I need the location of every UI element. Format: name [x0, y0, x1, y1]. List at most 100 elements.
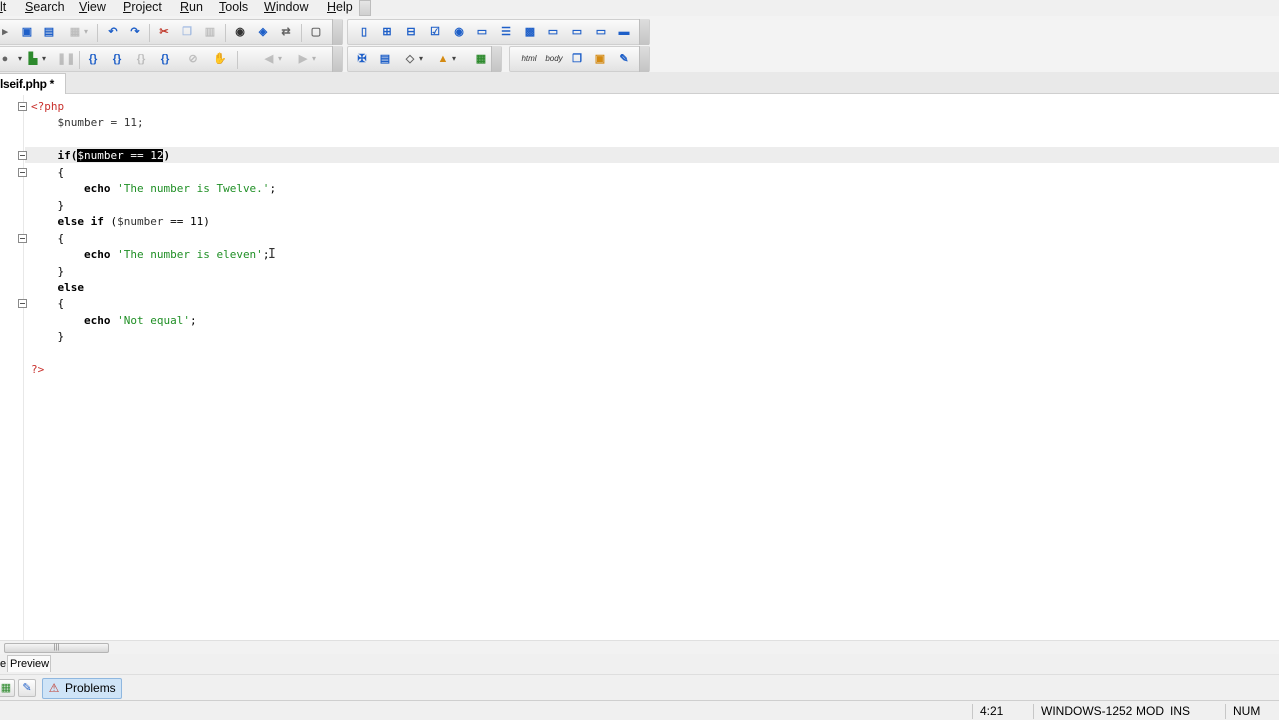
code-token: else [31, 280, 84, 294]
toolbar-form-elements: ▯ ⊞ ⊟ ☑ ◉ ▭ ☰ ▩ ▭ ▭ ▭ ▬ [347, 19, 650, 45]
notes-panel-icon[interactable]: ✎ [18, 679, 36, 697]
code-line: <?php [31, 99, 64, 115]
debug-step-out-icon[interactable]: {} [133, 51, 149, 67]
code-token: { [31, 165, 65, 179]
save-icon[interactable]: ▣ [19, 24, 35, 40]
toolbar-html-tags: html body ❐ ▣ ✎ [509, 46, 650, 72]
code-editor[interactable]: <?php $number = 11; if($number == 12) { … [0, 95, 1279, 640]
debug-step-over-icon[interactable]: {} [109, 51, 125, 67]
hidden-field-icon[interactable]: ▭ [593, 24, 609, 40]
list-icon[interactable]: ☰ [498, 24, 514, 40]
status-encoding: WINDOWS-1252 [1041, 704, 1133, 718]
menu-edit[interactable]: lt [0, 0, 6, 16]
status-cursor-position: 4:21 [980, 704, 1004, 718]
pause-icon[interactable]: ❚❚ [57, 51, 75, 67]
grid-icon[interactable]: ⊟ [403, 24, 419, 40]
image-icon[interactable]: ▩ [522, 24, 538, 40]
button-icon[interactable]: ▭ [545, 24, 561, 40]
preview-edge-label: e [0, 658, 7, 670]
submit-icon[interactable]: ▬ [616, 24, 632, 40]
copy-page-icon[interactable]: ❐ [569, 51, 585, 67]
menu-run[interactable]: Run [180, 0, 203, 16]
cut-icon[interactable]: ✂ [156, 24, 172, 40]
code-token: 'The number is Twelve.' [117, 182, 270, 196]
forward-icon[interactable]: ▶ [295, 51, 316, 67]
toolbar-grip[interactable] [491, 46, 501, 72]
code-line: echo 'The number is eleven'; [31, 247, 269, 263]
debug-step-into-icon[interactable]: {} [85, 51, 101, 67]
validate-icon[interactable]: ▤ [377, 51, 393, 67]
back-icon[interactable]: ◀ [261, 51, 282, 67]
fold-toggle-icon[interactable] [18, 299, 27, 309]
find-in-files-icon[interactable]: ◈ [255, 24, 271, 40]
undo-icon[interactable]: ↶ [105, 24, 121, 40]
radio-icon[interactable]: ◉ [451, 24, 467, 40]
code-token: == 11) [163, 215, 210, 229]
paint-icon[interactable]: ◇ [402, 51, 423, 67]
toolbar-file-edit: ▸ ▣ ▤ ▦ ↶ ↷ ✂ ❐ ▥ ◉ ◈ ⇄ ▢ [0, 19, 343, 45]
fold-toggle-icon[interactable] [18, 167, 27, 177]
fold-toggle-icon[interactable] [18, 233, 27, 243]
tab-problems[interactable]: ⚠ Problems [42, 678, 122, 699]
code-line: { [31, 165, 64, 181]
scrollbar-thumb[interactable]: ||| [4, 643, 109, 653]
hand-icon[interactable]: ✋ [212, 51, 228, 67]
status-divider [1033, 704, 1034, 719]
code-line: } [31, 329, 64, 345]
html-tag-icon[interactable]: html [518, 51, 540, 67]
menu-search[interactable]: Search [25, 0, 65, 16]
menu-bar-grip[interactable] [359, 0, 371, 16]
fold-toggle-icon[interactable] [18, 102, 27, 111]
save-all-icon[interactable]: ▤ [41, 24, 57, 40]
toolbar-grip[interactable] [332, 19, 342, 45]
editor-tab-elseif-php[interactable]: lseif.php * [0, 73, 66, 94]
code-line: { [31, 296, 64, 312]
toggle-view-icon[interactable]: ▢ [308, 24, 324, 40]
code-token: $number = 11; [31, 116, 144, 130]
find-icon[interactable]: ◉ [232, 24, 248, 40]
browser-icon[interactable]: ● [1, 51, 22, 67]
toolbar-separator [149, 24, 150, 42]
code-token: ) [163, 149, 171, 163]
html-page-icon[interactable]: ▯ [356, 24, 372, 40]
tools-icon[interactable]: ✠ [354, 51, 370, 67]
menu-view[interactable]: View [79, 0, 106, 16]
output-panel-icon[interactable]: ▦ [0, 679, 15, 697]
horizontal-scrollbar[interactable]: ||| [0, 640, 1279, 654]
print-icon[interactable]: ▦ [67, 24, 88, 40]
code-line: ?> [31, 362, 44, 378]
chart-icon[interactable]: ▙ [25, 51, 46, 67]
code-token: 'The number is eleven' [117, 248, 263, 262]
code-line: echo 'Not equal'; [31, 313, 197, 329]
code-line: else if ($number == 11) [31, 214, 210, 230]
toolbar-grip[interactable] [639, 19, 649, 45]
table-icon[interactable]: ⊞ [379, 24, 395, 40]
checkbox-icon[interactable]: ☑ [427, 24, 443, 40]
copy-icon[interactable]: ❐ [179, 24, 195, 40]
menu-window[interactable]: Window [264, 0, 308, 16]
stop-icon[interactable]: ⊘ [185, 51, 201, 67]
debug-run-to-cursor-icon[interactable]: {} [157, 51, 173, 67]
toolbar-grip[interactable] [332, 46, 342, 72]
menu-project[interactable]: Project [123, 0, 162, 16]
input-icon[interactable]: ▭ [569, 24, 585, 40]
menu-help[interactable]: Help [327, 0, 353, 16]
replace-icon[interactable]: ⇄ [278, 24, 294, 40]
fold-toggle-icon[interactable] [18, 151, 27, 161]
code-token: ; [269, 182, 277, 196]
menu-tools[interactable]: Tools [219, 0, 248, 16]
code-token: { [31, 231, 65, 245]
body-tag-icon[interactable]: body [543, 51, 565, 67]
preview-icon[interactable]: ▣ [592, 51, 608, 67]
paste-icon[interactable]: ▥ [202, 24, 218, 40]
toolbar-grip[interactable] [639, 46, 649, 72]
color-table-icon[interactable]: ▦ [473, 51, 489, 67]
menu-bar: lt Search View Project Run Tools Window … [0, 0, 1279, 16]
pencil-icon[interactable]: ✎ [616, 51, 632, 67]
textfield-icon[interactable]: ▭ [474, 24, 490, 40]
code-token: if( [31, 149, 78, 163]
arrow-dropdown-icon[interactable]: ▸ [1, 24, 9, 40]
color-icon[interactable]: ▲ [435, 51, 456, 67]
tab-preview[interactable]: Preview [7, 655, 51, 672]
redo-icon[interactable]: ↷ [127, 24, 143, 40]
